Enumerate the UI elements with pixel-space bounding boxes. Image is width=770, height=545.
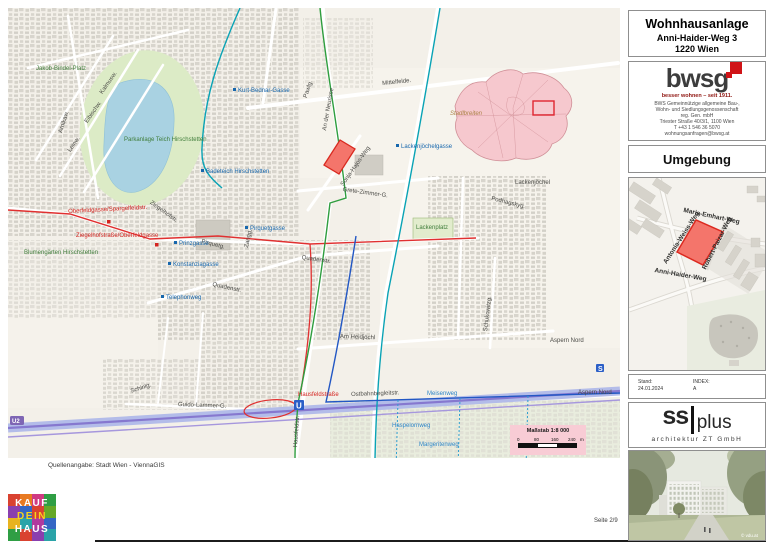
- umgebung-heading-box: Umgebung: [628, 145, 766, 173]
- map-source-note: Quellenangabe: Stadt Wien - ViennaGIS: [48, 462, 165, 469]
- ssplus-logo: ss plus: [629, 406, 765, 434]
- svg-text:U2: U2: [12, 419, 20, 425]
- svg-text:U: U: [296, 402, 302, 411]
- scale-unit: m: [580, 437, 584, 442]
- project-title: Wohnhausanlage: [629, 17, 765, 31]
- scale-bar: 0 80 160 240 m: [518, 437, 578, 449]
- ssplus-logo-plus: plus: [697, 415, 732, 431]
- stand-index-box: Stand: 24.01.2024 INDEX: A: [628, 374, 766, 399]
- bwsg-tagline: besser wohnen – seit 1911.: [629, 93, 765, 99]
- umgebung-map-box[interactable]: Maria-Emhart-WegAntonia-Weiss-WegRobert-…: [628, 177, 766, 371]
- scale-tick: 160: [551, 437, 559, 442]
- architect-name: architektur ZT GmbH: [629, 436, 765, 443]
- scale-legend: Maßstab 1:8 000 0 80 160 240 m: [510, 425, 586, 455]
- scale-title: Maßstab 1:8 000: [510, 428, 586, 434]
- project-city: 1220 Wien: [629, 44, 765, 54]
- index-label: INDEX:: [693, 379, 710, 385]
- ssplus-logo-ss: ss: [662, 406, 688, 426]
- svg-text:S: S: [598, 366, 603, 373]
- u2-badge: U2: [10, 416, 24, 425]
- umgebung-map-canvas: [629, 178, 765, 370]
- bwsg-email[interactable]: wohnungsanfragen@bwsg.at: [629, 131, 765, 137]
- bwsg-logo: bwsg: [666, 66, 728, 90]
- main-map[interactable]: U2 U S Mittelfelde.Pawlg.An der Neurisse…: [8, 8, 620, 458]
- scale-tick: 0: [517, 437, 520, 442]
- kdh-word: HAUS: [8, 525, 56, 535]
- kdh-word: KAUF: [8, 499, 56, 509]
- sbahn-icon: S: [596, 364, 604, 373]
- page-number: Seite 2/9: [594, 518, 618, 524]
- green-square: [413, 218, 453, 240]
- bwsg-logo-square-icon: [726, 72, 732, 78]
- building-rendering: © vdu.at: [628, 450, 766, 541]
- plan-sheet: U2 U S Mittelfelde.Pawlg.An der Neurisse…: [0, 0, 770, 545]
- stand-label: Stand:: [638, 379, 652, 385]
- bwsg-company-box: bwsg besser wohnen – seit 1911. BWS Geme…: [628, 61, 766, 141]
- render-credit: © vdu.at: [741, 532, 759, 538]
- umgebung-heading: Umgebung: [629, 152, 765, 167]
- index-value: A: [693, 386, 696, 392]
- kdh-word: DEIN: [8, 512, 56, 522]
- ubahn-icon: U: [294, 400, 304, 411]
- project-address: Anni-Haider-Weg 3: [629, 33, 765, 43]
- scale-tick: 80: [534, 437, 539, 442]
- stand-value: 24.01.2024: [638, 386, 663, 392]
- main-map-canvas: U2 U S: [8, 8, 620, 458]
- project-title-box: Wohnhausanlage Anni-Haider-Weg 3 1220 Wi…: [628, 10, 766, 57]
- ssplus-logo-bar: [691, 406, 694, 434]
- architect-box: ss plus architektur ZT GmbH: [628, 402, 766, 448]
- kaufdeinhaus-logo[interactable]: KAUF DEIN HAUS: [8, 494, 56, 541]
- scale-tick: 240: [568, 437, 576, 442]
